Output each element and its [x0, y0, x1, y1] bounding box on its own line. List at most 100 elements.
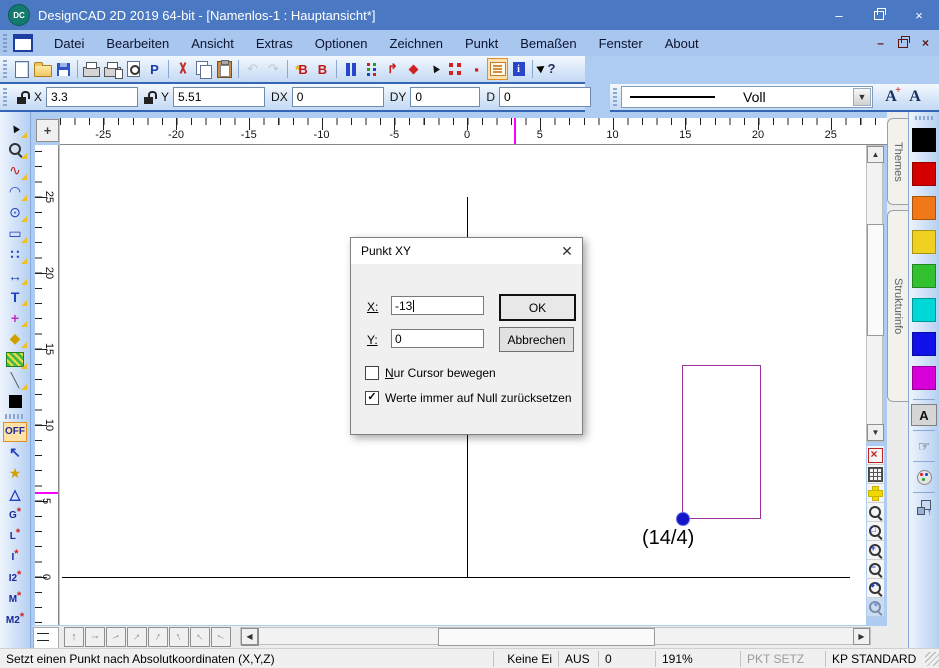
polyline-tool-button[interactable]: ∿ — [2, 160, 28, 181]
toolbar-grip[interactable] — [613, 88, 617, 106]
coord-x-input[interactable]: 3.3 — [46, 87, 138, 107]
color-swatch[interactable] — [912, 230, 936, 254]
color-swatch[interactable] — [912, 128, 936, 152]
snap-gravity-button[interactable]: G* — [2, 505, 28, 526]
pause-render-button[interactable] — [340, 58, 361, 80]
new-block-button[interactable]: *B — [291, 58, 312, 80]
menu-bemaen[interactable]: Bemaßen — [509, 36, 587, 51]
arrow-up-right-low-button[interactable]: ↑ — [106, 627, 126, 647]
color-palette-button[interactable] — [911, 466, 937, 488]
dimension-tool-button[interactable]: ↔ — [2, 265, 28, 286]
menu-about[interactable]: About — [654, 36, 710, 51]
snap-cursor-button[interactable]: ↖ — [2, 442, 28, 463]
vertical-scrollbar[interactable]: ▲ ▼ — [866, 145, 883, 442]
context-help-button[interactable] — [536, 58, 557, 80]
mdi-close-button[interactable]: × — [922, 36, 929, 50]
ruler-origin-button[interactable]: + — [36, 119, 59, 142]
minimize-button[interactable]: – — [819, 0, 859, 30]
font-button[interactable]: A — [911, 404, 937, 426]
x-input[interactable]: -13 — [391, 296, 484, 315]
horizontal-scrollbar-thumb[interactable] — [438, 628, 655, 646]
rectangle-tool-button[interactable]: ▭ — [2, 223, 28, 244]
current-color-button[interactable] — [2, 391, 28, 412]
menu-ansicht[interactable]: Ansicht — [180, 36, 245, 51]
menu-extras[interactable]: Extras — [245, 36, 304, 51]
arrow-up-right-steep-button[interactable]: ↑ — [148, 627, 168, 647]
zoom-in-button[interactable]: + — [867, 541, 884, 560]
array-tool-button[interactable]: ∷ — [2, 244, 28, 265]
scroll-down-button[interactable]: ▼ — [867, 424, 884, 441]
point-tool-button[interactable]: + — [2, 307, 28, 328]
toolbar-grip[interactable] — [3, 34, 7, 52]
horizontal-ruler[interactable]: -25-20-15-10-50510152025 — [60, 118, 888, 145]
menu-punkt[interactable]: Punkt — [454, 36, 509, 51]
info-box-button[interactable] — [508, 58, 529, 80]
grid-toggle-button[interactable] — [867, 465, 884, 484]
chevron-down-icon[interactable]: ▼ — [853, 88, 871, 106]
arrow-up-left-low-button[interactable]: ↑ — [211, 627, 231, 647]
snap-midpoint-2-button[interactable]: M2* — [2, 610, 28, 631]
tab-themes[interactable]: Themes — [887, 118, 908, 205]
arrow-up-left-steep-button[interactable]: ↑ — [169, 627, 189, 647]
linetype-tool-button[interactable]: ╲ — [2, 370, 28, 391]
vertical-scrollbar-thumb[interactable] — [867, 224, 884, 336]
point-marker-button[interactable] — [403, 58, 424, 80]
reset-values-checkbox[interactable]: ✓ — [365, 391, 379, 405]
horizontal-scrollbar[interactable]: ◀ ▶ — [240, 627, 871, 645]
point-display-mode-button[interactable] — [361, 58, 382, 80]
lock-y-icon[interactable] — [144, 91, 155, 104]
print-preview-button[interactable] — [102, 58, 123, 80]
toolbar-grip[interactable] — [3, 88, 7, 106]
paste-button[interactable] — [214, 58, 235, 80]
ok-button[interactable]: OK — [499, 294, 576, 321]
color-swatch[interactable] — [912, 264, 936, 288]
section-tool-button[interactable]: ◆ — [2, 328, 28, 349]
zoom-view-button[interactable] — [867, 503, 884, 522]
drawn-point[interactable] — [676, 512, 690, 526]
pointer-hand-button[interactable]: ☞ — [911, 435, 937, 457]
open-file-button[interactable] — [32, 58, 53, 80]
menu-optionen[interactable]: Optionen — [304, 36, 379, 51]
dialog-close-button[interactable]: ✕ — [552, 238, 582, 264]
hatch-tool-button[interactable] — [2, 349, 28, 370]
block-order-button[interactable] — [911, 497, 937, 519]
circle-tool-button[interactable]: ⊙ — [2, 202, 28, 223]
cut-button[interactable] — [172, 58, 193, 80]
curve-tool-button[interactable]: ◠ — [2, 181, 28, 202]
menu-bearbeiten[interactable]: Bearbeiten — [95, 36, 180, 51]
text-tool-button[interactable]: T — [2, 286, 28, 307]
color-swatch[interactable] — [912, 196, 936, 220]
color-swatch[interactable] — [912, 332, 936, 356]
mdi-child-icon[interactable] — [13, 34, 33, 52]
coord-y-input[interactable]: 5.51 — [173, 87, 265, 107]
snap-midpoint-button[interactable]: M* — [2, 589, 28, 610]
zoom-out-button[interactable]: − — [867, 560, 884, 579]
print-button[interactable] — [81, 58, 102, 80]
toolbar-grip[interactable] — [3, 60, 7, 78]
crosshair-toggle-button[interactable] — [867, 484, 884, 503]
resize-grip[interactable] — [925, 652, 939, 666]
coord-d-input[interactable]: 0 — [499, 87, 591, 107]
coord-dy-input[interactable]: 0 — [410, 87, 480, 107]
selection-handles-button[interactable] — [445, 58, 466, 80]
color-swatch[interactable] — [912, 298, 936, 322]
color-swatch[interactable] — [912, 162, 936, 186]
color-swatch[interactable] — [912, 366, 936, 390]
mdi-restore-button[interactable] — [898, 39, 908, 48]
text-attributes-button[interactable]: A — [903, 86, 927, 108]
arrow-up-right-button[interactable]: ↑ — [127, 627, 147, 647]
arrow-up-button[interactable]: ↑ — [64, 627, 84, 647]
toolbar-grip[interactable] — [915, 116, 933, 120]
page-preview-button[interactable] — [123, 58, 144, 80]
select-tool-button[interactable] — [2, 118, 28, 139]
select-point-button[interactable]: ▪ — [466, 58, 487, 80]
menu-zeichnen[interactable]: Zeichnen — [379, 36, 454, 51]
block-button[interactable]: B — [312, 58, 333, 80]
copy-button[interactable] — [193, 58, 214, 80]
restore-button[interactable] — [859, 0, 899, 30]
zoom-window-button[interactable]: □ — [867, 522, 884, 541]
dialog-title-bar[interactable]: Punkt XY ✕ — [351, 238, 582, 264]
snap-intersection-button[interactable]: I* — [2, 547, 28, 568]
line-style-select[interactable]: Voll ▼ — [621, 86, 873, 108]
text-size-increase-button[interactable]: A+ — [879, 86, 903, 108]
